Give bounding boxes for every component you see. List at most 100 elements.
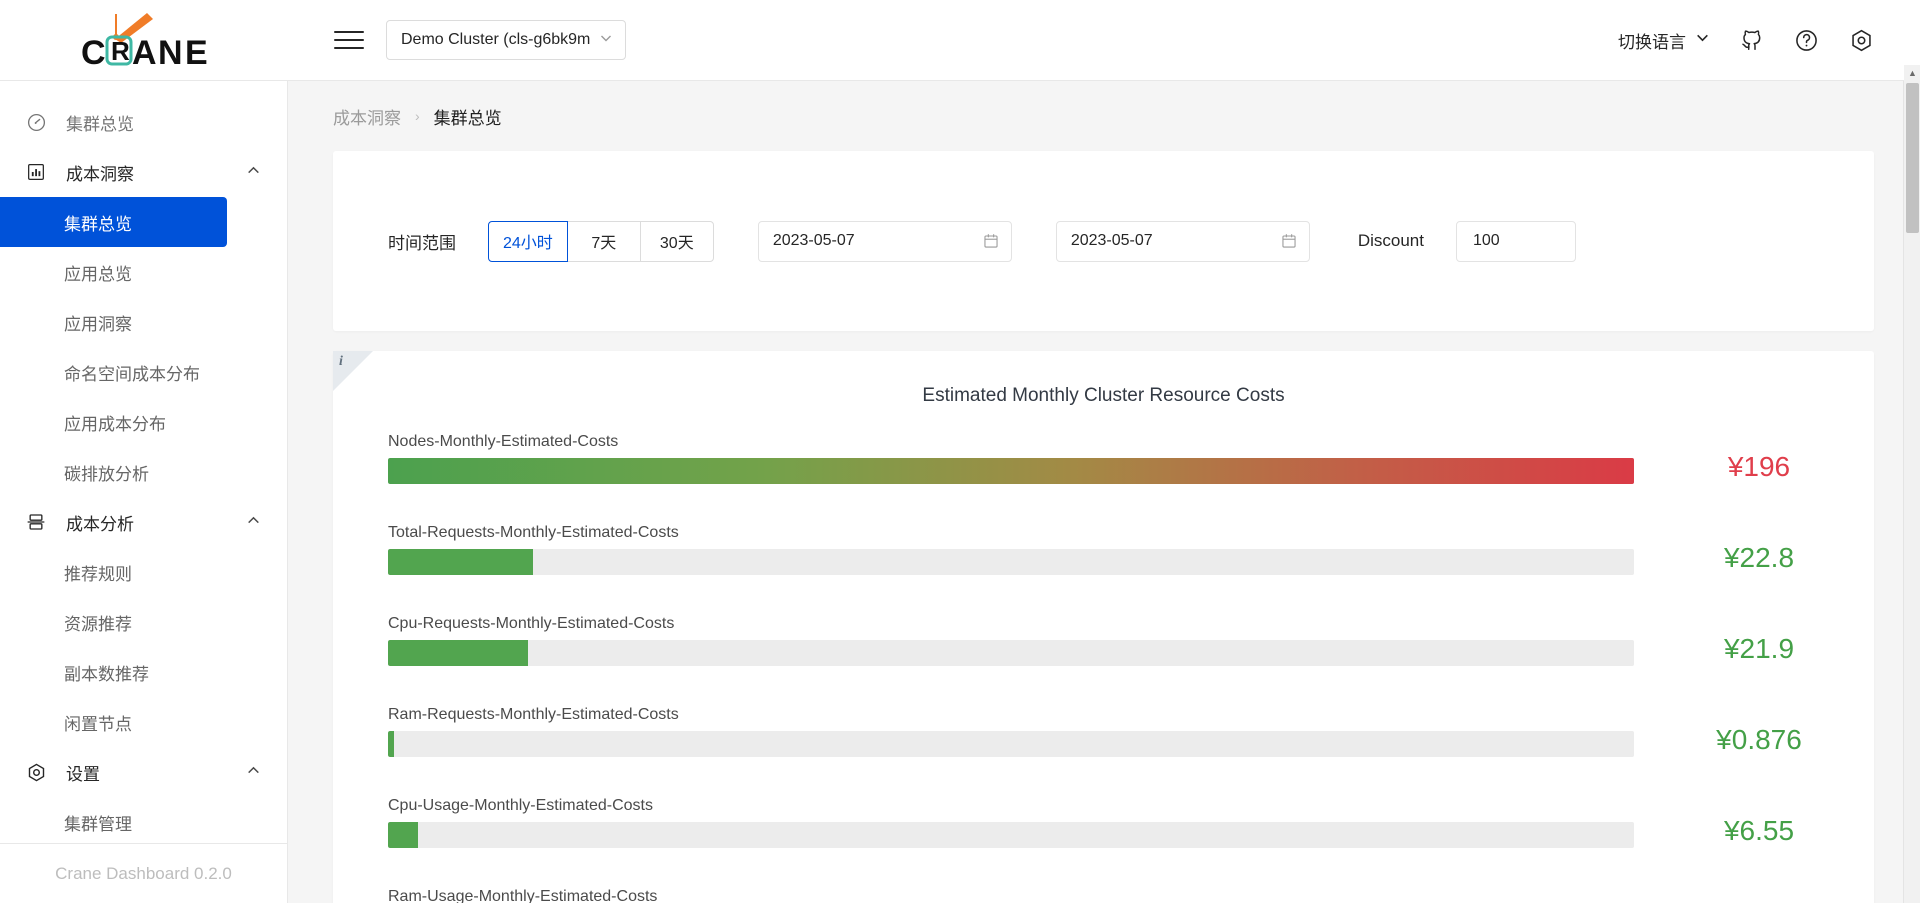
info-badge[interactable]: i	[333, 351, 373, 391]
page-scrollbar[interactable]: ▲	[1903, 65, 1920, 903]
sidebar-item-application-cost-distribution[interactable]: 应用成本分布	[0, 397, 275, 447]
chevron-up-icon[interactable]	[246, 513, 261, 531]
cost-bar-fill	[388, 640, 528, 666]
sidebar-item-cluster-management[interactable]: 集群管理	[0, 797, 275, 843]
sidebar-item-application-insight[interactable]: 应用洞察	[0, 297, 275, 347]
svg-text:N: N	[158, 34, 183, 71]
scrollbar-up-arrow-icon[interactable]: ▲	[1904, 65, 1920, 81]
sidebar-group-cluster-overview[interactable]: 集群总览	[0, 97, 287, 147]
sidebar: 集群总览 成本洞察 集群总览 应用总览 应用洞察 命名空间成本分布 应用成本分布…	[0, 81, 288, 903]
cost-bar-label: Ram-Usage-Monthly-Estimated-Costs	[388, 888, 658, 903]
sidebar-item-label: 碳排放分析	[64, 464, 149, 484]
cost-bar-fill	[388, 458, 1634, 484]
sidebar-group-label: 成本分析	[66, 514, 134, 534]
sidebar-group-label: 集群总览	[66, 114, 134, 134]
cost-bar-value: ¥6.55	[1723, 815, 1795, 846]
cost-bar-label: Nodes-Monthly-Estimated-Costs	[388, 433, 619, 450]
github-icon[interactable]	[1740, 28, 1764, 52]
chart-title: Estimated Monthly Cluster Resource Costs	[922, 385, 1285, 406]
language-switcher[interactable]: 切换语言	[1618, 28, 1710, 53]
layers-icon	[26, 512, 52, 532]
sidebar-group-label: 成本洞察	[66, 164, 134, 184]
time-range-segmented-control: 24小时 7天 30天	[488, 220, 714, 262]
sidebar-item-carbon-emission-analysis[interactable]: 碳排放分析	[0, 447, 275, 497]
sidebar-item-resource-recommendation[interactable]: 资源推荐	[0, 597, 275, 647]
cost-bar-fill	[388, 822, 418, 848]
language-switcher-label: 切换语言	[1618, 32, 1686, 52]
time-range-label: 时间范围	[388, 233, 456, 253]
start-date-picker[interactable]: 2023-05-07	[757, 220, 1012, 262]
sidebar-item-recommendation-rules[interactable]: 推荐规则	[0, 547, 275, 597]
sidebar-item-replica-recommendation[interactable]: 副本数推荐	[0, 647, 275, 697]
sidebar-item-label: 集群总览	[64, 214, 132, 234]
cost-bar-track	[388, 731, 1634, 757]
sidebar-item-label: 副本数推荐	[64, 664, 149, 684]
cost-bar-row: Ram-Usage-Monthly-Estimated-Costs ¥5.16	[333, 888, 1874, 903]
dashboard-version-label: Crane Dashboard 0.2.0	[55, 863, 232, 883]
sidebar-group-settings[interactable]: 设置	[0, 747, 287, 797]
svg-text:A: A	[132, 34, 157, 71]
svg-text:R: R	[111, 36, 130, 66]
cost-bar-value: ¥196	[1727, 451, 1791, 482]
chevron-up-icon[interactable]	[246, 163, 261, 181]
sidebar-group-cost-analysis[interactable]: 成本分析	[0, 497, 287, 547]
calendar-icon	[1281, 233, 1297, 249]
brand-logo[interactable]: C R A N E	[0, 0, 288, 81]
cluster-select[interactable]: Demo Cluster (cls-g6bk9m	[386, 20, 626, 60]
start-date-value: 2023-05-07	[772, 232, 855, 249]
breadcrumb: 成本洞察 › 集群总览	[318, 81, 1874, 151]
header-right-controls: 切换语言	[1618, 0, 1920, 80]
discount-label: Discount	[1357, 231, 1424, 250]
discount-input[interactable]	[1470, 231, 1561, 251]
filter-panel: 时间范围 24小时 7天 30天 2023-05-07 2023-05-07 D…	[333, 151, 1874, 331]
estimated-monthly-cost-card: i Estimated Monthly Cluster Resource Cos…	[333, 351, 1874, 903]
sidebar-item-application-overview[interactable]: 应用总览	[0, 247, 275, 297]
time-range-option-30d[interactable]: 30天	[639, 220, 714, 262]
top-header-bar: C R A N E Demo Cluster (cls-g6bk9m 切换语言	[0, 0, 1920, 81]
cost-bar-label: Cpu-Usage-Monthly-Estimated-Costs	[388, 797, 653, 814]
cost-bar-label: Total-Requests-Monthly-Estimated-Costs	[388, 524, 679, 541]
sidebar-item-label: 推荐规则	[64, 564, 132, 584]
cost-bar-label: Cpu-Requests-Monthly-Estimated-Costs	[388, 615, 675, 632]
help-circle-icon[interactable]	[1794, 28, 1819, 53]
sidebar-group-label: 设置	[66, 764, 100, 784]
discount-field[interactable]	[1455, 220, 1576, 262]
main-content: 成本洞察 › 集群总览 时间范围 24小时 7天 30天 2023-05-07	[288, 81, 1920, 903]
sidebar-item-label: 集群管理	[64, 814, 132, 834]
sidebar-nav: 集群总览 成本洞察 集群总览 应用总览 应用洞察 命名空间成本分布 应用成本分布…	[0, 81, 287, 843]
breadcrumb-current: 集群总览	[433, 108, 502, 128]
gauge-icon	[26, 112, 52, 133]
settings-gear-icon[interactable]	[1849, 28, 1874, 53]
end-date-picker[interactable]: 2023-05-07	[1055, 220, 1310, 262]
sidebar-item-label: 应用洞察	[64, 314, 132, 334]
sidebar-item-cluster-overview[interactable]: 集群总览	[0, 197, 227, 247]
breadcrumb-parent[interactable]: 成本洞察	[333, 104, 401, 129]
sidebar-group-cost-insight[interactable]: 成本洞察	[0, 147, 287, 197]
cost-bar-list: Nodes-Monthly-Estimated-Costs ¥196 Total…	[333, 433, 1874, 903]
cost-bar-row: Ram-Requests-Monthly-Estimated-Costs ¥0.…	[333, 706, 1874, 757]
sidebar-item-idle-nodes[interactable]: 闲置节点	[0, 697, 275, 747]
svg-text:C: C	[81, 34, 106, 71]
sidebar-item-label: 应用成本分布	[64, 414, 166, 434]
chevron-up-icon[interactable]	[246, 763, 261, 781]
cost-bar-value: ¥21.9	[1723, 633, 1795, 664]
time-range-option-7d[interactable]: 7天	[566, 220, 641, 262]
cluster-select-value: Demo Cluster (cls-g6bk9m	[401, 31, 591, 48]
sidebar-item-namespace-cost-distribution[interactable]: 命名空间成本分布	[0, 347, 275, 397]
cost-bar-fill	[388, 731, 394, 757]
cost-bar-value: ¥22.8	[1723, 542, 1795, 573]
scrollbar-thumb[interactable]	[1906, 83, 1919, 233]
end-date-value: 2023-05-07	[1070, 232, 1153, 249]
cost-bar-track	[388, 549, 1634, 575]
cost-bar-row: Cpu-Usage-Monthly-Estimated-Costs ¥6.55	[333, 797, 1874, 848]
svg-text:E: E	[185, 34, 208, 71]
cost-bar-track	[388, 640, 1634, 666]
cost-bar-value: ¥0.876	[1716, 724, 1802, 755]
sidebar-item-label: 资源推荐	[64, 614, 132, 634]
sidebar-item-label: 应用总览	[64, 264, 132, 284]
time-range-option-24h[interactable]: 24小时	[488, 220, 568, 262]
sidebar-toggle-icon[interactable]	[334, 27, 364, 53]
sidebar-item-label: 闲置节点	[64, 714, 132, 734]
cost-bar-track	[388, 822, 1634, 848]
cost-bar-track	[388, 458, 1634, 484]
